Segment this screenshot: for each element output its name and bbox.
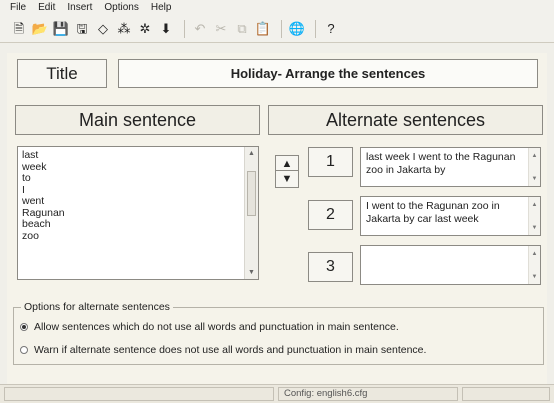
scroll-down-icon[interactable]: ▼ (245, 266, 258, 279)
alternate-1-scrollbar[interactable]: ▲ ▼ (528, 148, 540, 186)
download-icon[interactable]: ⬇ (157, 20, 175, 38)
scroll-up-icon[interactable]: ▲ (529, 199, 540, 210)
scatter-icon[interactable]: ⁂ (115, 20, 133, 38)
scroll-up-icon[interactable]: ▲ (245, 147, 258, 160)
undo-icon[interactable]: ↶ (191, 20, 209, 38)
alternate-sentence-2[interactable]: I went to the Ragunan zoo in Jakarta by … (360, 196, 541, 236)
cut-icon[interactable]: ✂ (212, 20, 230, 38)
save-as-icon[interactable]: 🖫 (73, 20, 91, 38)
new-icon[interactable]: 🗎 (10, 20, 28, 38)
config-status: Config: english6.cfg (284, 388, 368, 399)
alternate-sentence-1[interactable]: last week I went to the Ragunan zoo in J… (360, 147, 541, 187)
scroll-thumb[interactable] (247, 171, 256, 216)
menu-help[interactable]: Help (145, 0, 178, 16)
scroll-down-icon[interactable]: ▼ (529, 271, 540, 282)
status-bar: Config: english6.cfg (0, 384, 554, 403)
shuffle-icon[interactable]: ✲ (136, 20, 154, 38)
word-item[interactable]: zoo (22, 230, 65, 243)
scroll-up-icon[interactable]: ▲ (529, 150, 540, 161)
word-list-items: last week to Iwent Ragunan beach zoo (22, 149, 65, 243)
menu-file[interactable]: File (0, 0, 32, 16)
word-item[interactable]: last (22, 149, 65, 162)
main-sentence-list[interactable]: last week to Iwent Ragunan beach zoo ▲ ▼ (17, 146, 259, 280)
toolbar: 🗎 📂 💾 🖫 ◇ ⁂ ✲ ⬇ ↶ ✂ ⧉ 📋 🌐? (0, 16, 554, 43)
save-icon[interactable]: 💾 (52, 20, 70, 38)
scroll-up-icon[interactable]: ▲ (529, 248, 540, 259)
option-warn-partial-label: Warn if alternate sentence does not use … (34, 344, 427, 356)
alternate-2-button[interactable]: 2 (308, 200, 353, 230)
help-icon[interactable]: ? (322, 20, 340, 38)
alternate-3-scrollbar[interactable]: ▲ ▼ (528, 246, 540, 284)
open-icon[interactable]: 📂 (31, 20, 49, 38)
scroll-down-icon[interactable]: ▼ (529, 173, 540, 184)
scroll-down-icon[interactable]: ▼ (529, 222, 540, 233)
menu-insert[interactable]: Insert (61, 0, 98, 16)
status-segment (4, 387, 274, 401)
alternate-sentence-2-text: I went to the Ragunan zoo in Jakarta by … (366, 200, 500, 225)
toolbar-separator (184, 20, 185, 38)
title-field[interactable]: Holiday- Arrange the sentences (118, 59, 538, 88)
radio-button-icon[interactable] (20, 346, 28, 354)
option-warn-partial[interactable]: Warn if alternate sentence does not use … (20, 344, 426, 356)
arrow-down-icon: ▼ (281, 173, 293, 185)
word-item[interactable]: to (22, 172, 65, 185)
menu-bar: File Edit Insert Options Help (0, 0, 554, 16)
shape-icon[interactable]: ◇ (94, 20, 112, 38)
word-item[interactable]: beach (22, 218, 65, 231)
menu-edit[interactable]: Edit (32, 0, 61, 16)
options-legend: Options for alternate sentences (21, 301, 173, 313)
status-segment (462, 387, 550, 401)
menu-options[interactable]: Options (98, 0, 144, 16)
alternate-1-button[interactable]: 1 (308, 147, 353, 177)
word-item[interactable]: went (22, 195, 65, 208)
move-down-button[interactable]: ▼ (275, 170, 299, 188)
alternate-3-button[interactable]: 3 (308, 252, 353, 282)
paste-icon[interactable]: 📋 (254, 20, 272, 38)
main-list-scrollbar[interactable]: ▲ ▼ (244, 147, 258, 279)
web-icon[interactable]: 🌐 (288, 20, 306, 38)
toolbar-separator (315, 20, 316, 38)
alternate-sentence-1-text: last week I went to the Ragunan zoo in J… (366, 151, 516, 176)
option-allow-partial[interactable]: Allow sentences which do not use all wor… (20, 321, 399, 333)
toolbar-separator (281, 20, 282, 38)
alternate-sentences-header: Alternate sentences (268, 105, 543, 135)
copy-icon[interactable]: ⧉ (233, 20, 251, 38)
alternate-sentence-3[interactable]: ▲ ▼ (360, 245, 541, 285)
option-allow-partial-label: Allow sentences which do not use all wor… (34, 321, 399, 333)
radio-button-icon[interactable] (20, 323, 28, 331)
title-label: Title (17, 59, 107, 88)
main-sentence-header: Main sentence (15, 105, 260, 135)
alternate-2-scrollbar[interactable]: ▲ ▼ (528, 197, 540, 235)
arrow-up-icon: ▲ (281, 158, 293, 170)
options-group (13, 307, 544, 365)
